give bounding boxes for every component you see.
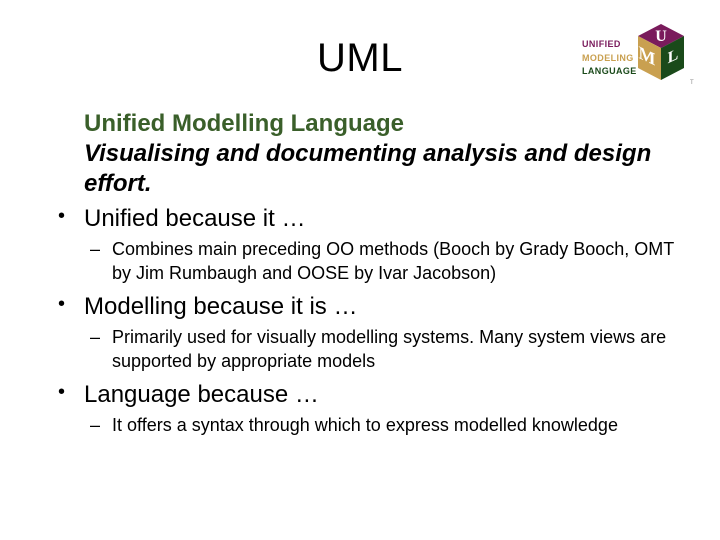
bullet-item: Language because … It offers a syntax th… [84, 379, 682, 438]
bullet-text: Language because … [84, 381, 319, 408]
uml-cube-icon: U M L TM [628, 18, 694, 98]
sub-list: Combines main preceding OO methods (Booc… [84, 238, 682, 285]
uml-logo: UNIFIED MODELING LANGUAGE U M L TM [582, 18, 702, 108]
bullet-item: Unified because it … Combines main prece… [84, 203, 682, 285]
slide-body: Unified Modelling Language Visualising a… [0, 109, 720, 438]
bullet-text: Modelling because it is … [84, 293, 357, 320]
sub-list: It offers a syntax through which to expr… [84, 414, 682, 437]
sub-item: Combines main preceding OO methods (Booc… [112, 238, 682, 285]
sub-item: It offers a syntax through which to expr… [112, 414, 682, 437]
bullet-list: Unified because it … Combines main prece… [46, 203, 682, 438]
sub-list: Primarily used for visually modelling sy… [84, 326, 682, 373]
bullet-text: Unified because it … [84, 205, 305, 232]
sub-item: Primarily used for visually modelling sy… [112, 326, 682, 373]
svg-text:U: U [655, 28, 667, 45]
bullet-item: Modelling because it is … Primarily used… [84, 291, 682, 373]
emphasis-line: Visualising and documenting analysis and… [46, 139, 682, 199]
subtitle: Unified Modelling Language [46, 109, 682, 139]
svg-text:TM: TM [690, 80, 694, 86]
